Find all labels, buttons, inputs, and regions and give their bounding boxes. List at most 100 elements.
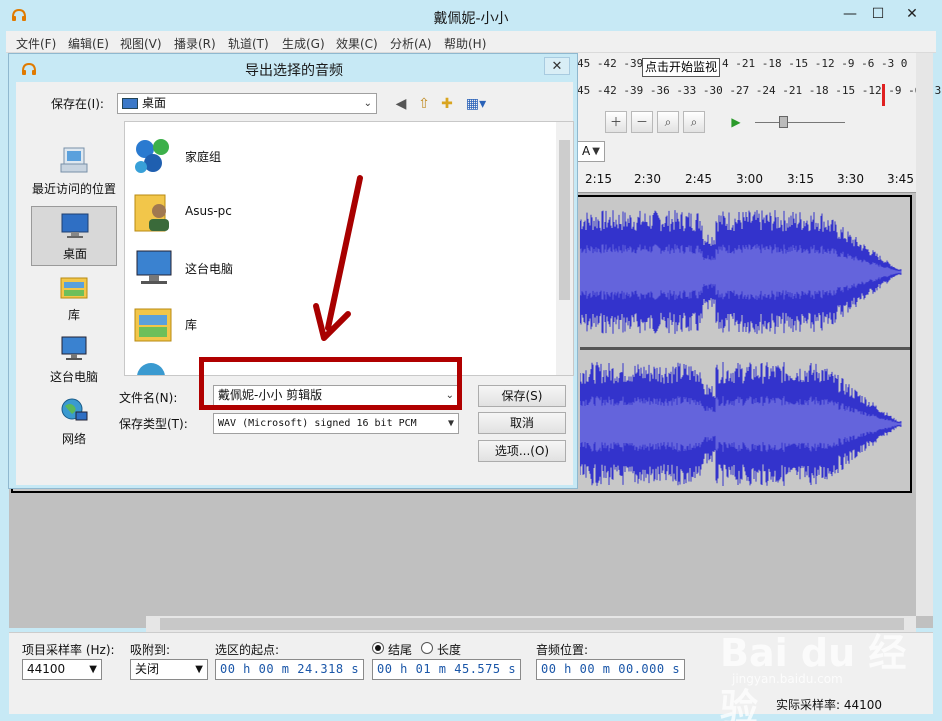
meter-scale-left: 45 -42 -39 [577,57,644,70]
channel-separator [580,347,910,350]
project-rate-value: 44100 [27,662,66,676]
close-button[interactable]: ✕ [898,4,926,24]
place-desktop[interactable]: 桌面 [31,206,117,266]
place-this-pc[interactable]: 这台电脑 [31,330,117,390]
menu-tracks[interactable]: 轨道(T) [228,35,269,52]
fit-selection-icon[interactable]: ⌕ [657,111,679,133]
cancel-button[interactable]: 取消 [478,412,566,434]
device-combo[interactable]: A ▼ [577,141,605,162]
chevron-down-icon: ⌄ [363,98,372,109]
selection-start-field[interactable]: 00 h 00 m 24.318 s [215,659,364,680]
place-label: 桌面 [62,247,87,261]
minimize-button[interactable]: — [836,4,864,24]
project-rate-combo[interactable]: 44100 ▼ [22,659,102,680]
place-network[interactable]: 网络 [31,392,117,452]
desktop-icon [61,213,89,238]
length-radio[interactable] [421,642,433,654]
file-name: 家庭组 [185,150,222,164]
snap-to-combo[interactable]: 关闭 ▼ [130,659,208,680]
menu-bar: 文件(F) 编辑(E) 视图(V) 播录(R) 轨道(T) 生成(G) 效果(C… [6,31,936,53]
menu-record[interactable]: 播录(R) [174,35,216,52]
recording-meter-right[interactable]: 4 -21 -18 -15 -12 -9 -6 -3 0 [722,57,907,81]
audio-position-field[interactable]: 00 h 00 m 00.000 s [536,659,685,680]
file-item-this-pc[interactable]: 这台电脑 [131,241,431,293]
scroll-thumb[interactable] [559,140,570,300]
speed-slider-thumb[interactable] [779,116,788,128]
zoom-out-icon[interactable]: － [631,111,653,133]
up-folder-icon[interactable]: ⇧ [414,94,434,114]
file-name: 库 [185,318,198,332]
menu-view[interactable]: 视图(V) [120,35,162,52]
menu-help[interactable]: 帮助(H) [444,35,486,52]
menu-file[interactable]: 文件(F) [16,35,56,52]
place-label: 这台电脑 [49,370,98,384]
play-at-speed-icon[interactable]: ▶ [725,111,747,133]
meter-clip-indicator [882,84,885,106]
new-folder-icon[interactable]: ✚ [437,94,457,114]
selection-end-field[interactable]: 00 h 01 m 45.575 s [372,659,521,680]
arrow-shaft [325,175,363,331]
snap-to-value: 关闭 [135,662,160,676]
recording-meter[interactable]: 45 -42 -39 [577,57,644,81]
end-radio[interactable] [372,642,384,654]
dialog-title: 导出选择的音频 [245,63,343,79]
ruler-label: 3:45 [887,172,914,186]
edit-toolbar: ＋ － ⌕ ⌕ ▶ [577,110,933,136]
menu-generate[interactable]: 生成(G) [282,35,325,52]
speed-slider[interactable] [755,122,845,123]
playback-meter[interactable]: 45 -42 -39 -36 -33 -30 -27 -24 -21 -18 -… [577,84,942,108]
length-radio-label: 长度 [437,643,462,657]
selection-start-label: 选区的起点: [215,643,280,657]
audio-position-label: 音频位置: [536,643,589,657]
timeline-ruler[interactable]: 2:15 2:30 2:45 3:00 3:15 3:30 3:45 [577,167,933,193]
project-rate-label: 项目采样率 (Hz): [22,643,115,657]
waveform [580,210,910,487]
network-icon [61,398,88,421]
chevron-down-icon: ▼ [592,146,600,157]
place-recent[interactable]: 最近访问的位置 [31,142,117,202]
library-icon [60,277,88,299]
file-item-user[interactable]: Asus-pc [131,185,431,237]
chevron-down-icon: ▼ [195,664,203,675]
network-icon [137,363,165,375]
filetype-label: 保存类型(T): [119,417,188,431]
menu-edit[interactable]: 编辑(E) [68,35,109,52]
view-menu-icon[interactable]: ▦▾ [462,94,490,114]
zoom-in-icon[interactable]: ＋ [605,111,627,133]
filetype-select[interactable]: WAV (Microsoft) signed 16 bit PCM ▼ [213,413,459,434]
save-in-combo[interactable]: 桌面 ⌄ [117,93,377,114]
filetype-value: WAV (Microsoft) signed 16 bit PCM [218,418,417,429]
device-combo-value: A [582,144,591,158]
place-label: 库 [67,308,80,322]
snap-to-label: 吸附到: [130,643,171,657]
options-button[interactable]: 选项...(O) [478,440,566,462]
homegroup-icon [135,139,169,173]
back-icon[interactable]: ◀ [391,94,411,114]
save-in-value: 桌面 [142,96,167,110]
file-item-library[interactable]: 库 [131,297,431,349]
dialog-body: 保存在(I): 桌面 ⌄ ◀ ⇧ ✚ ▦▾ 最近访问的位置 桌面 库 这台电脑 … [16,82,574,485]
start-monitoring-button[interactable]: 点击开始监视 [642,58,720,77]
fit-project-icon[interactable]: ⌕ [683,111,705,133]
save-button[interactable]: 保存(S) [478,385,566,407]
filename-label: 文件名(N): [119,391,178,405]
end-radio-label: 结尾 [388,643,413,657]
ruler-label: 2:45 [685,172,712,186]
user-folder-icon [134,194,169,232]
waveform-area[interactable] [580,197,910,491]
maximize-button[interactable]: ☐ [864,4,892,24]
dialog-close-button[interactable]: ✕ [544,57,570,75]
menu-analyze[interactable]: 分析(A) [390,35,432,52]
menu-effect[interactable]: 效果(C) [336,35,378,52]
title-bar: 戴佩妮-小小 — ☐ ✕ [0,0,942,31]
file-item-homegroup[interactable]: 家庭组 [131,129,431,181]
highlight-box [199,357,462,410]
annotation-arrow [313,175,363,341]
computer-icon [61,336,87,360]
place-library[interactable]: 库 [31,268,117,328]
file-list-scrollbar[interactable] [556,122,573,375]
save-in-label: 保存在(I): [51,97,104,111]
place-label: 最近访问的位置 [31,182,116,196]
file-name: Asus-pc [185,204,232,218]
vertical-scrollbar[interactable] [916,53,933,616]
